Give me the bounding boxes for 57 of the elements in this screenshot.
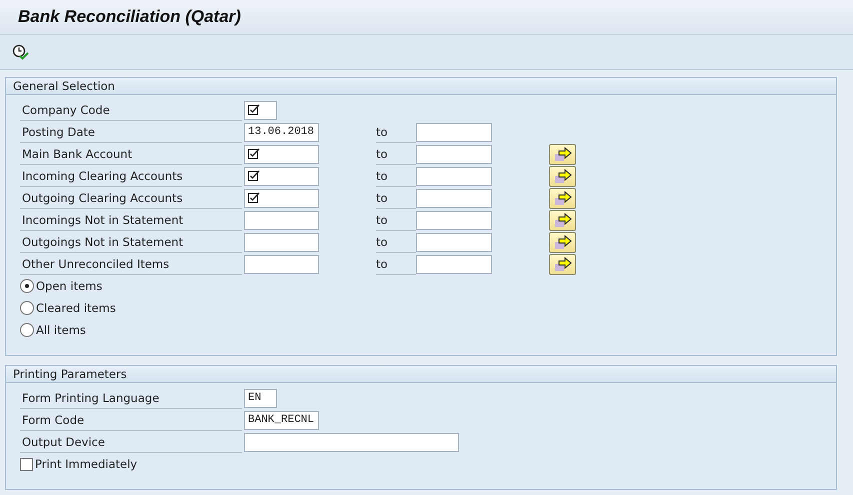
radio-label: Open items — [36, 279, 102, 293]
arrow-right-icon — [554, 190, 572, 206]
input-field[interactable] — [416, 254, 492, 274]
input-field[interactable] — [244, 188, 319, 208]
input-field[interactable] — [416, 232, 492, 252]
input-field[interactable] — [416, 188, 492, 208]
radio-button[interactable] — [20, 301, 34, 315]
field-label: Other Unreconciled Items — [20, 254, 242, 274]
field-label: Main Bank Account — [20, 144, 242, 164]
radio-label: All items — [36, 323, 86, 337]
multiple-selection-button[interactable] — [549, 254, 576, 274]
execute-button[interactable] — [12, 44, 29, 60]
multiple-selection-button[interactable] — [549, 210, 576, 230]
input-field[interactable] — [416, 144, 492, 164]
input-field[interactable] — [416, 210, 492, 230]
input-field[interactable]: 13.06.2018 — [244, 122, 319, 142]
radio-button[interactable] — [20, 323, 34, 337]
input-field[interactable] — [244, 232, 319, 252]
input-field[interactable] — [244, 432, 459, 452]
radio-label: Cleared items — [36, 301, 116, 315]
field-label: Incoming Clearing Accounts — [20, 166, 242, 186]
arrow-right-icon — [554, 234, 572, 250]
clock-check-icon — [12, 44, 29, 60]
radio-option[interactable]: Cleared items — [20, 297, 836, 319]
field-label: Output Device — [20, 432, 242, 452]
group-title: General Selection — [13, 79, 115, 93]
input-field[interactable]: BANK_RECNL — [244, 410, 319, 430]
input-field[interactable] — [244, 254, 319, 274]
field-label: Outgoing Clearing Accounts — [20, 188, 242, 208]
window-title: Bank Reconciliation (Qatar) — [18, 7, 241, 27]
multiple-selection-button[interactable] — [549, 188, 576, 208]
input-field[interactable] — [244, 144, 319, 164]
radio-option[interactable]: All items — [20, 319, 836, 341]
input-field[interactable] — [244, 166, 319, 186]
radio-option[interactable]: Open items — [20, 275, 836, 297]
field-label: Form Printing Language — [20, 388, 242, 408]
arrow-right-icon — [554, 146, 572, 162]
field-label: Form Code — [20, 410, 242, 430]
input-field[interactable] — [416, 166, 492, 186]
group-title: Printing Parameters — [13, 367, 127, 381]
input-field[interactable] — [244, 100, 277, 120]
multiple-selection-button[interactable] — [549, 144, 576, 164]
multiple-selection-button[interactable] — [549, 166, 576, 186]
radio-button[interactable] — [20, 279, 34, 293]
arrow-right-icon — [554, 168, 572, 184]
arrow-right-icon — [554, 256, 572, 272]
input-field[interactable] — [244, 210, 319, 230]
checkbox-label: Print Immediately — [35, 457, 138, 471]
checkbox[interactable] — [20, 458, 33, 470]
field-label: Incomings Not in Statement — [20, 210, 242, 230]
input-field[interactable]: EN — [244, 388, 277, 408]
arrow-right-icon — [554, 212, 572, 228]
input-field[interactable] — [416, 122, 492, 142]
field-label: Posting Date — [20, 122, 242, 142]
field-label: Company Code — [20, 100, 242, 120]
multiple-selection-button[interactable] — [549, 232, 576, 252]
field-label: Outgoings Not in Statement — [20, 232, 242, 252]
